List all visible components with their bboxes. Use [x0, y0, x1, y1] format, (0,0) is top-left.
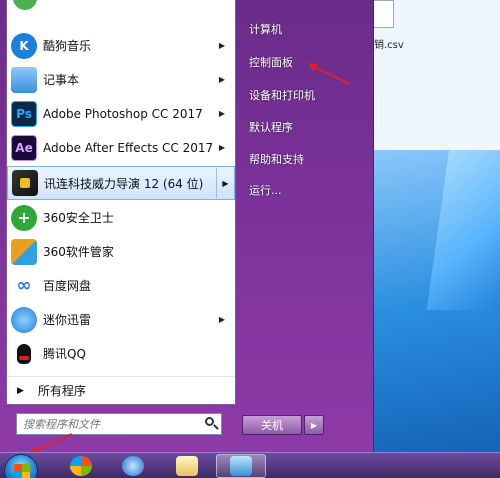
- right-item-control-panel[interactable]: 控制面板: [240, 50, 372, 74]
- program-label: 记事本: [43, 73, 80, 87]
- program-item-photoshop[interactable]: Ps Adobe Photoshop CC 2017 ▶: [7, 97, 235, 130]
- photoshop-icon: Ps: [11, 100, 37, 127]
- program-label: Adobe After Effects CC 2017: [43, 140, 214, 155]
- right-item-run[interactable]: 运行...: [240, 178, 372, 202]
- right-panel: 计算机 控制面板 设备和打印机 默认程序 帮助和支持 运行...: [240, 0, 372, 405]
- internet-explorer-icon: [122, 456, 144, 476]
- program-label: 360软件管家: [43, 245, 114, 259]
- taskbar-app-notepad[interactable]: [216, 454, 266, 478]
- program-item-xunlei[interactable]: 迷你迅雷 ▶: [7, 303, 235, 336]
- program-item-powerdirector[interactable]: 讯连科技威力导演 12 (64 位) ▶: [7, 166, 235, 200]
- program-item-after-effects[interactable]: Ae Adobe After Effects CC 2017 ▶: [7, 131, 235, 164]
- program-item-kugou[interactable]: K 酷狗音乐 ▶: [7, 29, 235, 62]
- program-item-notepad[interactable]: 记事本 ▶: [7, 63, 235, 96]
- program-item-qq[interactable]: 腾讯QQ: [7, 337, 235, 370]
- program-item-360-security[interactable]: + 360安全卫士: [7, 201, 235, 234]
- notepad-icon: [11, 66, 37, 93]
- submenu-arrow-icon[interactable]: ▶: [216, 168, 234, 198]
- program-label: 360安全卫士: [43, 211, 114, 225]
- program-label: 迷你迅雷: [43, 313, 92, 327]
- taskbar-app-explorer[interactable]: [162, 454, 212, 478]
- right-item-computer[interactable]: 计算机: [240, 17, 372, 41]
- xunlei-icon: [11, 306, 37, 333]
- submenu-arrow-icon[interactable]: ▶: [215, 75, 229, 84]
- shutdown-options-arrow-icon[interactable]: ▶: [304, 415, 324, 435]
- expand-arrow-icon: ▶: [17, 385, 24, 396]
- right-item-default-programs[interactable]: 默认程序: [240, 115, 372, 139]
- shutdown-button[interactable]: 关机: [242, 415, 302, 435]
- program-label: Adobe Photoshop CC 2017: [43, 106, 203, 121]
- 360-software-icon: [11, 238, 37, 265]
- program-item-360-software[interactable]: 360软件管家: [7, 235, 235, 268]
- all-programs-button[interactable]: ▶ 所有程序: [7, 376, 235, 404]
- desktop-file-icon[interactable]: [372, 0, 394, 28]
- program-label: 酷狗音乐: [43, 39, 92, 53]
- search-box[interactable]: [16, 413, 222, 435]
- taskbar-app-ie[interactable]: [108, 454, 158, 478]
- powerdirector-icon: [12, 170, 38, 196]
- program-label: 百度网盘: [43, 279, 92, 293]
- submenu-arrow-icon[interactable]: ▶: [215, 315, 229, 324]
- kugou-icon: K: [11, 32, 37, 59]
- 360-security-icon: +: [11, 204, 37, 231]
- programs-panel: K 酷狗音乐 ▶ 记事本 ▶ Ps Adobe Photoshop CC 201…: [6, 0, 236, 405]
- media-player-icon: [70, 456, 92, 476]
- program-item-baidu-netdisk[interactable]: ∞ 百度网盘: [7, 269, 235, 302]
- taskbar-app-1[interactable]: [56, 454, 106, 478]
- program-label: 讯连科技威力导演 12 (64 位): [44, 176, 204, 191]
- partial-app-icon: [13, 0, 37, 10]
- notepad-icon: [230, 456, 252, 476]
- desktop-file-label[interactable]: 销.csv: [374, 36, 404, 51]
- right-item-help-support[interactable]: 帮助和支持: [240, 147, 372, 171]
- submenu-arrow-icon[interactable]: ▶: [215, 109, 229, 118]
- baidu-netdisk-icon: ∞: [11, 272, 37, 299]
- program-label: 腾讯QQ: [43, 347, 86, 361]
- submenu-arrow-icon[interactable]: ▶: [215, 143, 229, 152]
- all-programs-label: 所有程序: [37, 384, 86, 398]
- search-icon[interactable]: [201, 414, 221, 434]
- qq-icon: [11, 340, 37, 367]
- after-effects-icon: Ae: [11, 134, 37, 161]
- right-item-devices-printers[interactable]: 设备和打印机: [240, 83, 372, 107]
- search-input[interactable]: [17, 414, 201, 434]
- start-menu: K 酷狗音乐 ▶ 记事本 ▶ Ps Adobe Photoshop CC 201…: [0, 0, 374, 452]
- submenu-arrow-icon[interactable]: ▶: [215, 41, 229, 50]
- folder-icon: [176, 456, 198, 476]
